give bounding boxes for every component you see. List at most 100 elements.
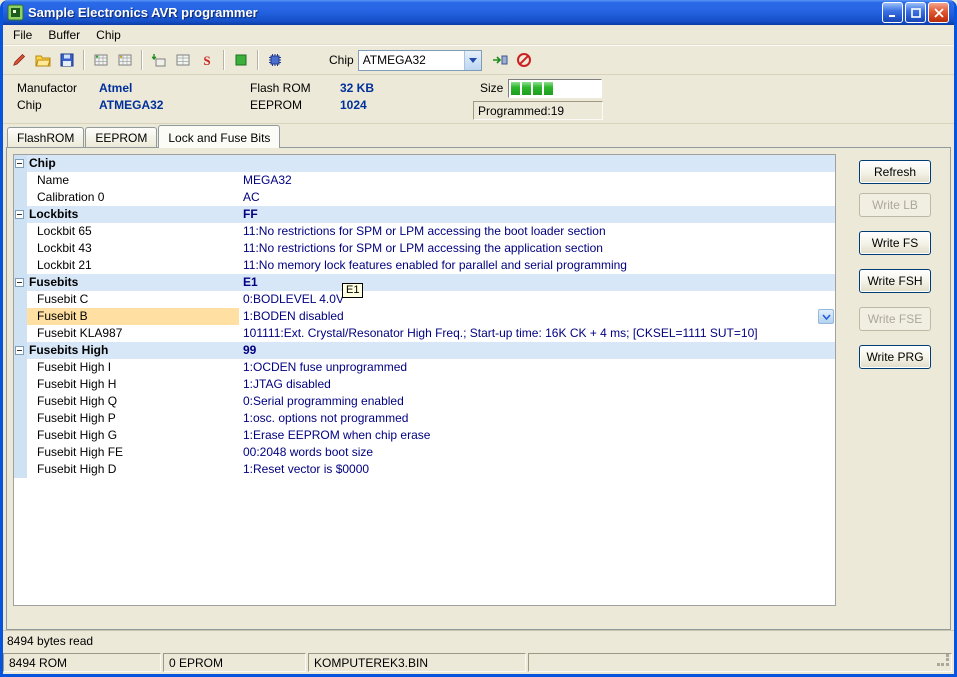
minus-glyph bbox=[17, 350, 22, 351]
row-label: Fusebit High G bbox=[37, 428, 118, 442]
progress-block bbox=[533, 82, 542, 95]
row-label: Fusebit KLA987 bbox=[37, 326, 123, 340]
toolbar-separator bbox=[83, 50, 85, 70]
write-flash-icon[interactable] bbox=[147, 48, 171, 72]
row-gutter bbox=[14, 359, 27, 376]
row-value: 1:BODEN disabled bbox=[243, 309, 344, 323]
row-label: Calibration 0 bbox=[37, 190, 105, 204]
size-progressbar bbox=[508, 79, 602, 98]
info-panel: Manufactor Chip Atmel ATMEGA32 Flash ROM… bbox=[3, 75, 954, 124]
row-value: 1:Erase EEPROM when chip erase bbox=[243, 428, 431, 442]
chip-label: Chip bbox=[17, 98, 42, 112]
grid-row-fusebit-high-d[interactable]: Fusebit High D 1:Reset vector is $0000 bbox=[14, 461, 835, 478]
save-icon[interactable] bbox=[55, 48, 79, 72]
open-file-icon[interactable] bbox=[31, 48, 55, 72]
status-panel-3: KOMPUTEREK3.BIN bbox=[308, 653, 526, 672]
maximize-button[interactable] bbox=[905, 2, 926, 23]
row-gutter bbox=[14, 172, 27, 189]
chip-combobox[interactable]: ATMEGA32 bbox=[357, 49, 482, 71]
program-chip-icon[interactable] bbox=[488, 48, 512, 72]
write-eeprom-icon[interactable] bbox=[171, 48, 195, 72]
write-fsh-button[interactable]: Write FSH bbox=[859, 269, 931, 293]
grid-row-lockbit-65[interactable]: Lockbit 65 11:No restrictions for SPM or … bbox=[14, 223, 835, 240]
row-value bbox=[239, 155, 835, 172]
write-lb-button: Write LB bbox=[859, 193, 931, 217]
tab-flashrom[interactable]: FlashROM bbox=[7, 127, 85, 147]
grid-row-lockbit-43[interactable]: Lockbit 43 11:No restrictions for SPM or … bbox=[14, 240, 835, 257]
tab-eeprom[interactable]: EEPROM bbox=[85, 127, 158, 147]
chip-icon[interactable] bbox=[263, 48, 287, 72]
flashrom-value: 32 KB bbox=[340, 81, 375, 95]
write-prg-button[interactable]: Write PRG bbox=[859, 345, 931, 369]
app-icon bbox=[7, 4, 24, 21]
value-dropdown-button[interactable] bbox=[818, 309, 834, 324]
grid-row-lockbits[interactable]: Lockbits FF bbox=[14, 206, 835, 223]
menu-item-file[interactable]: File bbox=[5, 26, 40, 44]
menu-item-buffer[interactable]: Buffer bbox=[40, 26, 88, 44]
erase-chip-icon[interactable]: S bbox=[195, 48, 219, 72]
minimize-button[interactable] bbox=[882, 2, 903, 23]
row-value: 1:OCDEN fuse unprogrammed bbox=[243, 360, 408, 374]
grid-row-chip[interactable]: Chip bbox=[14, 155, 835, 172]
tab-lock-and-fuse-bits[interactable]: Lock and Fuse Bits bbox=[158, 125, 281, 148]
toolbar-separator bbox=[257, 50, 259, 70]
grid-row-fusebits[interactable]: Fusebits E1 bbox=[14, 274, 835, 291]
refresh-button[interactable]: Refresh bbox=[859, 160, 931, 184]
eeprom-label: EEPROM bbox=[250, 98, 303, 112]
row-gutter bbox=[14, 393, 27, 410]
write-fse-button: Write FSE bbox=[859, 307, 931, 331]
row-value: 101111:Ext. Crystal/Resonator High Freq.… bbox=[243, 326, 758, 340]
collapse-icon[interactable] bbox=[15, 159, 24, 168]
grid-row-fusebits-high[interactable]: Fusebits High 99 bbox=[14, 342, 835, 359]
resize-grip[interactable] bbox=[937, 654, 950, 670]
grid-row-fusebit-high-p[interactable]: Fusebit High P 1:osc. options not program… bbox=[14, 410, 835, 427]
collapse-icon[interactable] bbox=[15, 210, 24, 219]
size-label: Size bbox=[480, 81, 504, 95]
grid-row-name[interactable]: Name MEGA32 bbox=[14, 172, 835, 189]
row-label: Fusebits bbox=[29, 275, 79, 289]
grid-row-fusebit-kla987[interactable]: Fusebit KLA987 101111:Ext. Crystal/Resona… bbox=[14, 325, 835, 342]
row-gutter bbox=[14, 291, 27, 308]
fuse-grid: Chip Name MEGA32 Calibration 0 AC Lockbits FF L… bbox=[13, 154, 836, 606]
pencil-icon[interactable] bbox=[7, 48, 31, 72]
row-value: 99 bbox=[243, 343, 257, 357]
grid-row-fusebit-high-fe[interactable]: Fusebit High FE 00:2048 words boot size bbox=[14, 444, 835, 461]
row-label: Lockbit 21 bbox=[37, 258, 92, 272]
value-tooltip: E1 bbox=[342, 283, 364, 298]
grid-row-fusebit-high-g[interactable]: Fusebit High G 1:Erase EEPROM when chip e… bbox=[14, 427, 835, 444]
row-label: Fusebit High H bbox=[37, 377, 117, 391]
menu-bar: File Buffer Chip bbox=[3, 25, 954, 45]
flash-grid-icon[interactable] bbox=[89, 48, 113, 72]
chip-combobox-dropdown[interactable] bbox=[463, 50, 481, 70]
chip-combobox-value: ATMEGA32 bbox=[362, 52, 426, 67]
collapse-icon[interactable] bbox=[15, 278, 24, 287]
row-value: 1:JTAG disabled bbox=[243, 377, 331, 391]
grid-row-fusebit-high-q[interactable]: Fusebit High Q 0:Serial programming enabl… bbox=[14, 393, 835, 410]
row-label: Fusebit High P bbox=[37, 411, 116, 425]
status-panel-4 bbox=[528, 653, 952, 672]
grid-row-fusebit-b[interactable]: Fusebit B 1:BODEN disabled bbox=[14, 308, 835, 325]
side-button-column: Refresh Write LB Write FS Write FSH Write FS… bbox=[859, 160, 935, 383]
eeprom-grid-icon[interactable] bbox=[113, 48, 137, 72]
write-fs-button[interactable]: Write FS bbox=[859, 231, 931, 255]
grid-row-lockbit-21[interactable]: Lockbit 21 11:No memory lock features ena… bbox=[14, 257, 835, 274]
row-label: Fusebit B bbox=[27, 308, 239, 325]
menu-item-chip[interactable]: Chip bbox=[88, 26, 129, 44]
row-label: Lockbits bbox=[29, 207, 79, 221]
grid-row-fusebit-high-i[interactable]: Fusebit High I 1:OCDEN fuse unprogrammed bbox=[14, 359, 835, 376]
minus-glyph bbox=[17, 214, 22, 215]
grid-row-calibration-0[interactable]: Calibration 0 AC bbox=[14, 189, 835, 206]
row-gutter bbox=[14, 189, 27, 206]
grid-row-fusebit-high-h[interactable]: Fusebit High H 1:JTAG disabled bbox=[14, 376, 835, 393]
chip-combobox-label: Chip bbox=[329, 53, 354, 67]
row-value: 11:No restrictions for SPM or LPM access… bbox=[243, 241, 603, 255]
close-button[interactable] bbox=[928, 2, 949, 23]
row-label: Fusebit High FE bbox=[37, 445, 124, 459]
grid-row-fusebit-c[interactable]: Fusebit C 0:BODLEVEL 4.0V bbox=[14, 291, 835, 308]
fuse-grid-rows: Chip Name MEGA32 Calibration 0 AC Lockbits FF L… bbox=[14, 155, 835, 478]
cancel-icon[interactable] bbox=[512, 48, 536, 72]
verify-icon[interactable] bbox=[229, 48, 253, 72]
tab-pane: Chip Name MEGA32 Calibration 0 AC Lockbits FF L… bbox=[6, 147, 951, 630]
row-value: FF bbox=[243, 207, 258, 221]
collapse-icon[interactable] bbox=[15, 346, 24, 355]
